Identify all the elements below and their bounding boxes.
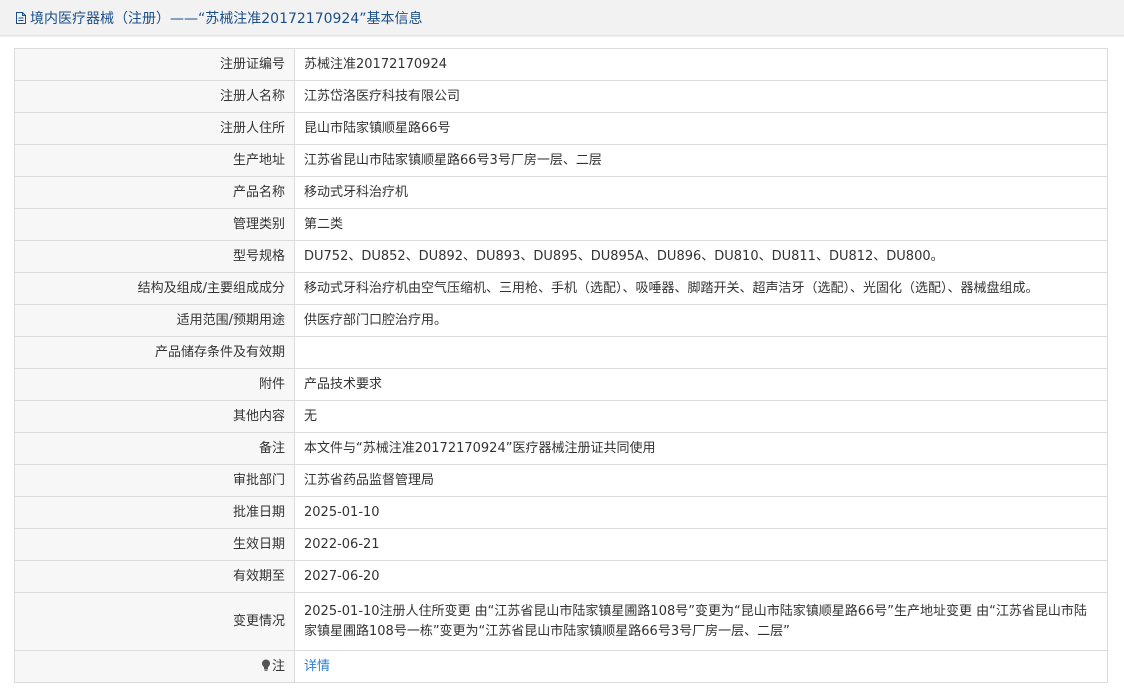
table-row: 产品名称 移动式牙科治疗机 [14, 176, 1108, 209]
field-value: 第二类 [294, 208, 1108, 241]
table-row: 注册证编号 苏械注准20172170924 [14, 48, 1108, 81]
table-row: 变更情况 2025-01-10注册人住所变更 由“江苏省昆山市陆家镇星圃路108… [14, 592, 1108, 651]
field-label: 管理类别 [14, 208, 295, 241]
field-label: 结构及组成/主要组成成分 [14, 272, 295, 305]
field-label: 有效期至 [14, 560, 295, 593]
table-row: 适用范围/预期用途 供医疗部门口腔治疗用。 [14, 304, 1108, 337]
table-row: 附件 产品技术要求 [14, 368, 1108, 401]
field-value: 产品技术要求 [294, 368, 1108, 401]
registration-info-table: 注册证编号 苏械注准20172170924 注册人名称 江苏岱洛医疗科技有限公司… [14, 48, 1108, 683]
note-label-cell: 注 [14, 650, 295, 683]
field-value: 苏械注准20172170924 [294, 48, 1108, 81]
info-panel: 注册证编号 苏械注准20172170924 注册人名称 江苏岱洛医疗科技有限公司… [0, 37, 1124, 700]
field-value [294, 336, 1108, 369]
page-title: 境内医疗器械（注册）——“苏械注准20172170924”基本信息 [30, 10, 423, 27]
field-value: 供医疗部门口腔治疗用。 [294, 304, 1108, 337]
table-row: 生效日期 2022-06-21 [14, 528, 1108, 561]
field-value: 2027-06-20 [294, 560, 1108, 593]
table-row: 管理类别 第二类 [14, 208, 1108, 241]
field-value: 江苏岱洛医疗科技有限公司 [294, 80, 1108, 113]
table-row: 其他内容 无 [14, 400, 1108, 433]
table-row: 有效期至 2027-06-20 [14, 560, 1108, 593]
table-row: 注册人住所 昆山市陆家镇顺星路66号 [14, 112, 1108, 145]
field-value: 2025-01-10 [294, 496, 1108, 529]
table-row: 结构及组成/主要组成成分 移动式牙科治疗机由空气压缩机、三用枪、手机（选配）、吸… [14, 272, 1108, 305]
table-row: 注册人名称 江苏岱洛医疗科技有限公司 [14, 80, 1108, 113]
field-label: 变更情况 [14, 592, 295, 651]
field-label: 备注 [14, 432, 295, 465]
field-value: 2025-01-10注册人住所变更 由“江苏省昆山市陆家镇星圃路108号”变更为… [294, 592, 1108, 651]
table-row: 产品储存条件及有效期 [14, 336, 1108, 369]
page-header: 境内医疗器械（注册）——“苏械注准20172170924”基本信息 [0, 0, 1124, 36]
field-value: 昆山市陆家镇顺星路66号 [294, 112, 1108, 145]
field-label: 生效日期 [14, 528, 295, 561]
table-row: 生产地址 江苏省昆山市陆家镇顺星路66号3号厂房一层、二层 [14, 144, 1108, 177]
field-value: 江苏省药品监督管理局 [294, 464, 1108, 497]
field-value: 移动式牙科治疗机由空气压缩机、三用枪、手机（选配）、吸唾器、脚踏开关、超声洁牙（… [294, 272, 1108, 305]
note-value-cell: 详情 [294, 650, 1108, 683]
table-row: 型号规格 DU752、DU852、DU892、DU893、DU895、DU895… [14, 240, 1108, 273]
field-label: 附件 [14, 368, 295, 401]
field-label: 注册人住所 [14, 112, 295, 145]
field-label: 产品名称 [14, 176, 295, 209]
field-value: 移动式牙科治疗机 [294, 176, 1108, 209]
field-label: 型号规格 [14, 240, 295, 273]
details-link[interactable]: 详情 [304, 659, 330, 674]
field-label: 审批部门 [14, 464, 295, 497]
field-label: 产品储存条件及有效期 [14, 336, 295, 369]
field-label: 适用范围/预期用途 [14, 304, 295, 337]
table-row: 批准日期 2025-01-10 [14, 496, 1108, 529]
document-icon [14, 11, 28, 25]
field-label: 注册证编号 [14, 48, 295, 81]
field-value: 无 [294, 400, 1108, 433]
field-value: 江苏省昆山市陆家镇顺星路66号3号厂房一层、二层 [294, 144, 1108, 177]
table-row-note: 注 详情 [14, 650, 1108, 683]
field-value: 2022-06-21 [294, 528, 1108, 561]
field-label: 生产地址 [14, 144, 295, 177]
table-row: 审批部门 江苏省药品监督管理局 [14, 464, 1108, 497]
field-value: 本文件与“苏械注准20172170924”医疗器械注册证共同使用 [294, 432, 1108, 465]
field-label: 批准日期 [14, 496, 295, 529]
field-label: 注册人名称 [14, 80, 295, 113]
lightbulb-icon [261, 658, 271, 671]
field-label: 其他内容 [14, 400, 295, 433]
note-label: 注 [271, 658, 285, 674]
field-value: DU752、DU852、DU892、DU893、DU895、DU895A、DU8… [294, 240, 1108, 273]
table-row: 备注 本文件与“苏械注准20172170924”医疗器械注册证共同使用 [14, 432, 1108, 465]
